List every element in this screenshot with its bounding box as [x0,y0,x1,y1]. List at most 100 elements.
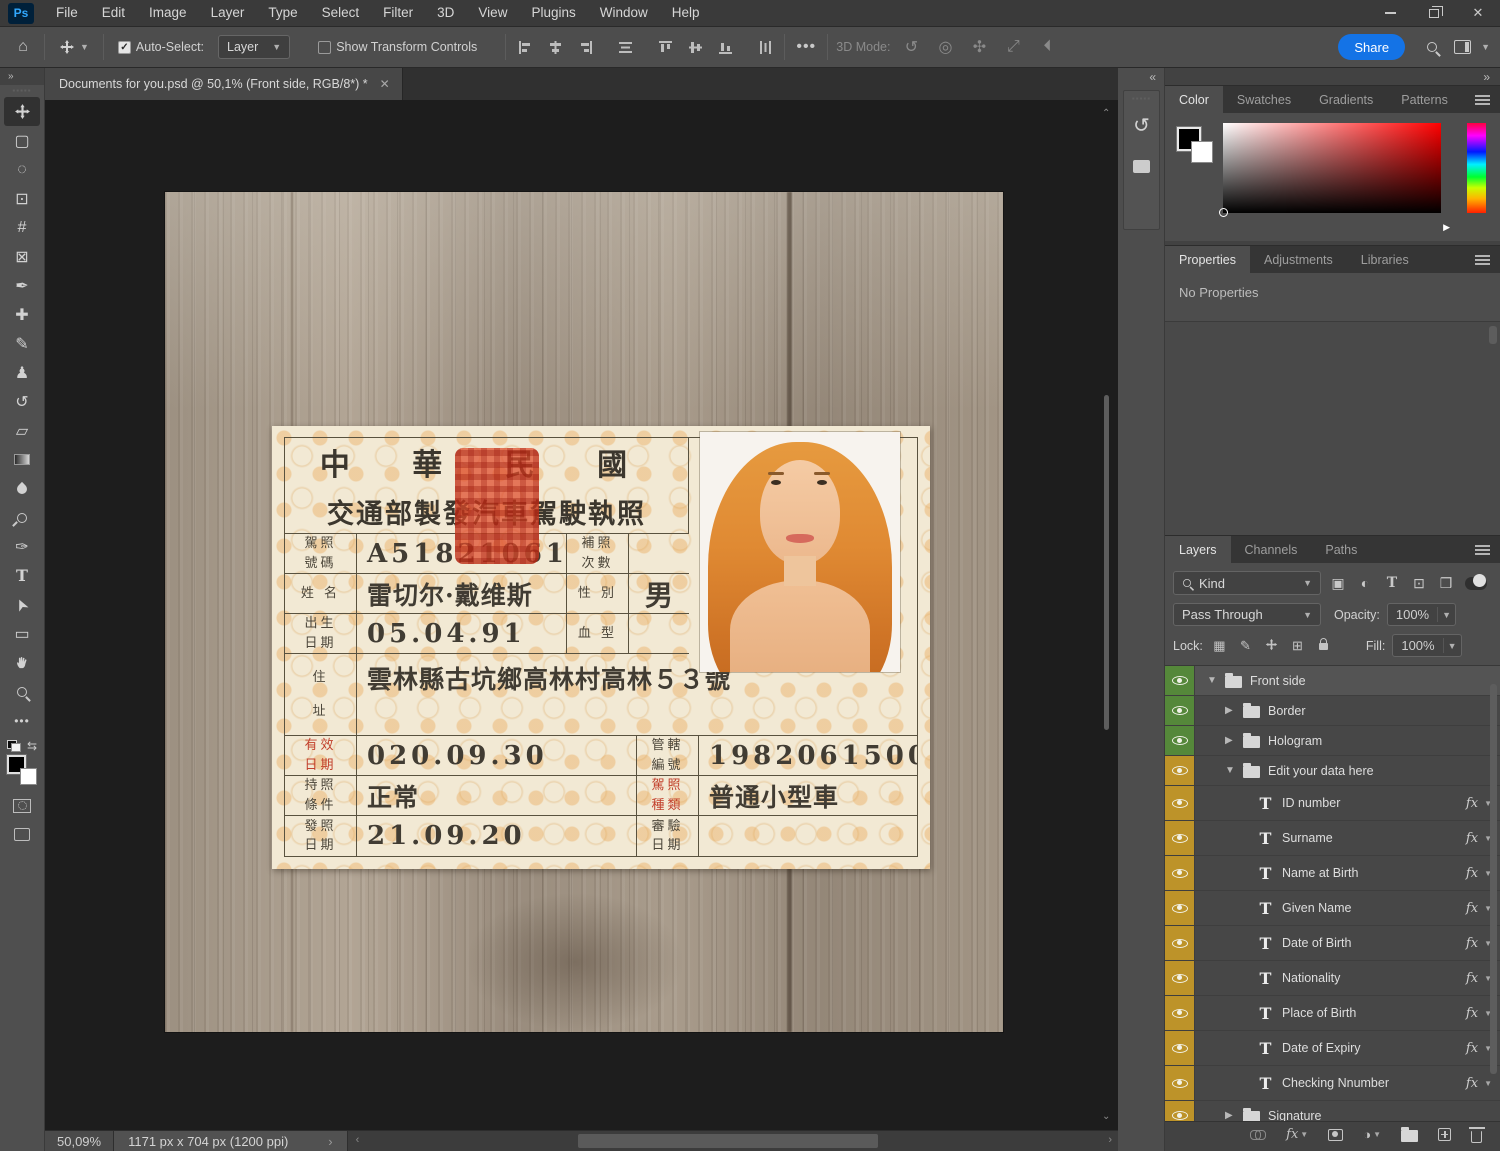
layers-scroll-thumb[interactable] [1490,684,1497,1074]
align-center-v-button[interactable] [684,36,706,58]
filter-kind-dropdown[interactable]: Kind ▼ [1173,571,1321,595]
layer-row[interactable]: T Surname fx ▼ [1165,821,1500,856]
fx-badge[interactable]: fx [1466,936,1478,951]
3d-camera-icon[interactable]: ⏴ [1034,38,1060,56]
panel-menu-icon[interactable] [1475,536,1500,563]
filter-adjustment-layers-icon[interactable]: ◐ [1355,575,1375,591]
saturation-brightness-field[interactable] [1219,123,1441,217]
visibility-toggle[interactable] [1165,1101,1195,1121]
lasso-tool[interactable]: ◌ [4,155,40,184]
zoom-tool[interactable] [4,677,40,706]
show-transform-toggle[interactable]: Show Transform Controls [312,33,483,61]
crop-tool[interactable]: # [4,213,40,242]
visibility-toggle[interactable] [1165,666,1195,695]
menu-item-layer[interactable]: Layer [199,0,257,26]
current-tool-preset[interactable]: ▼ [53,33,95,61]
3d-slide-icon[interactable]: ⤢ [1000,38,1026,56]
hue-slider[interactable] [1467,123,1486,213]
quick-mask-button[interactable] [4,791,40,820]
fx-badge[interactable]: fx [1466,971,1478,986]
align-left-button[interactable] [514,36,536,58]
fx-badge[interactable]: fx [1466,796,1478,811]
expand-chevron-icon[interactable]: ▶ [1225,1110,1235,1121]
hue-slider-arrow[interactable]: ▶ [1443,222,1450,233]
menu-item-window[interactable]: Window [588,0,660,26]
menu-item-file[interactable]: File [44,0,90,26]
layer-row[interactable]: T Place of Birth fx ▼ [1165,996,1500,1031]
eraser-tool[interactable]: ▱ [4,416,40,445]
search-icon[interactable] [1421,36,1443,58]
restore-button[interactable] [1412,0,1456,26]
blur-tool[interactable] [4,474,40,503]
more-options-icon[interactable]: ••• [793,38,819,56]
scroll-down-icon[interactable]: ⌄ [1102,1111,1110,1122]
tab-layers[interactable]: Layers [1165,536,1231,563]
tab-close-icon[interactable]: ✕ [380,77,390,91]
foreground-background-swatches[interactable] [6,754,37,785]
canvas-area[interactable]: 中 華 民 國 交通部製發汽車駕駛執照 駕照 號碼 A518210613 補照 … [45,100,1118,1130]
auto-select-checkbox[interactable]: ✓ [117,40,131,54]
layer-style-icon[interactable]: fx ▼ [1286,1127,1308,1142]
visibility-toggle[interactable] [1165,756,1195,785]
filter-smart-objects-icon[interactable]: ❒ [1436,575,1456,592]
align-top-button[interactable] [654,36,676,58]
hand-tool[interactable] [4,648,40,677]
layer-row[interactable]: T Checking Nnumber fx ▼ [1165,1066,1500,1101]
horizontal-scroll-thumb[interactable] [577,1134,878,1148]
opacity-input[interactable]: 100% ▼ [1386,603,1457,626]
lock-pixels-icon[interactable]: ✎ [1236,638,1255,654]
layer-row[interactable]: T Name at Birth fx ▼ [1165,856,1500,891]
tab-patterns[interactable]: Patterns [1387,86,1462,113]
screen-mode-button[interactable] [4,820,40,849]
toolbar-grip[interactable]: ▪▪▪▪▪ [12,85,31,97]
edit-toolbar-icon[interactable]: ••• [4,706,40,735]
gradient-tool[interactable] [4,445,40,474]
properties-scroll-thumb[interactable] [1489,326,1497,344]
type-tool[interactable]: T [4,561,40,590]
comments-panel-icon[interactable] [1133,160,1150,173]
lock-all-icon[interactable] [1314,638,1333,653]
expand-panels-icon[interactable]: » [1483,70,1490,84]
distribute-horizontal-button[interactable] [754,36,776,58]
visibility-toggle[interactable] [1165,1066,1195,1100]
tab-channels[interactable]: Channels [1231,536,1312,563]
chevron-down-icon[interactable]: ▼ [1438,610,1455,620]
collapse-panels-icon[interactable]: « [1149,70,1156,84]
3d-pan-icon[interactable]: ✣ [966,37,992,57]
path-selection-tool[interactable]: ➤ [4,590,40,619]
background-color-swatch[interactable] [20,768,37,785]
chevron-down-icon[interactable]: ▼ [1481,42,1490,52]
expand-chevron-icon[interactable]: ▶ [1225,705,1235,716]
move-tool[interactable] [4,97,40,126]
toolbar-expand-button[interactable]: » [0,68,44,85]
close-button[interactable]: ✕ [1456,0,1500,26]
visibility-toggle[interactable] [1165,856,1195,890]
align-center-h-button[interactable] [544,36,566,58]
visibility-toggle[interactable] [1165,926,1195,960]
document-tab[interactable]: Documents for you.psd @ 50,1% (Front sid… [45,68,403,100]
filter-toggle-switch[interactable] [1465,573,1487,590]
align-right-button[interactable] [574,36,596,58]
new-group-icon[interactable] [1401,1127,1418,1142]
add-mask-icon[interactable] [1328,1128,1344,1141]
document-info-field[interactable]: 1171 px x 704 px (1200 ppi) › [114,1131,348,1151]
layer-row[interactable]: ▼ Front side [1165,666,1500,696]
scroll-left-icon[interactable]: ‹ [356,1134,360,1146]
delete-layer-icon[interactable] [1468,1126,1485,1143]
distribute-vertical-button[interactable] [614,36,636,58]
visibility-toggle[interactable] [1165,726,1195,755]
3d-orbit-icon[interactable]: ↺ [898,37,924,57]
menu-item-filter[interactable]: Filter [371,0,425,26]
tab-libraries[interactable]: Libraries [1347,246,1423,273]
3d-roll-icon[interactable]: ◎ [932,37,958,57]
tab-swatches[interactable]: Swatches [1223,86,1305,113]
menu-item-view[interactable]: View [466,0,519,26]
dodge-tool[interactable] [4,503,40,532]
expand-chevron-icon[interactable]: ▶ [1225,735,1235,746]
filter-pixel-layers-icon[interactable]: ▣ [1328,575,1348,592]
canvas-horizontal-scrollbar[interactable]: ‹ › [348,1131,1118,1151]
lock-position-icon[interactable] [1262,638,1281,654]
layer-row[interactable]: ▶ Border [1165,696,1500,726]
object-selection-tool[interactable]: ⊡ [4,184,40,213]
fx-badge[interactable]: fx [1466,866,1478,881]
